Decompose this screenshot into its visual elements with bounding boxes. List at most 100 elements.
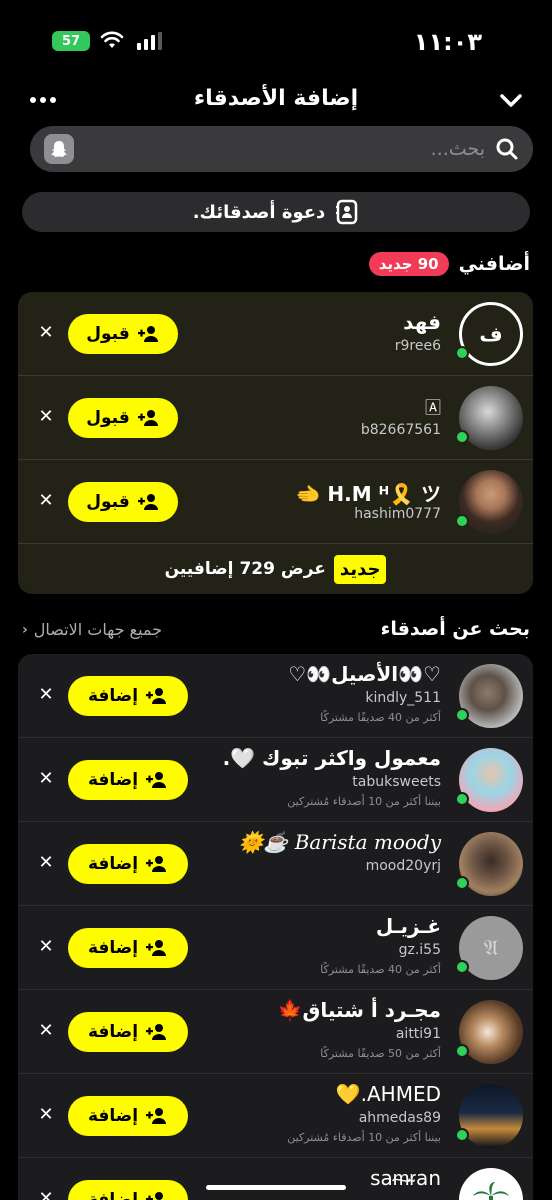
list-item[interactable]: مجـرد أ شتياق🍁 aitti91 أكثر من 50 صديقًا…: [18, 990, 533, 1074]
add-button[interactable]: إضافة: [68, 1096, 188, 1136]
close-icon[interactable]: ✕: [36, 684, 56, 705]
add-friend-icon: [146, 688, 167, 704]
add-friend-icon: [146, 856, 167, 872]
list-item[interactable]: 𝔄 غـزيـل gz.i55 أكثر من 40 صديقًا مشتركً…: [18, 906, 533, 990]
avatar-letter: ف: [479, 322, 503, 346]
online-indicator: [455, 1128, 469, 1142]
added-me-list: ف فهد r9ree6 قبول ✕ 🄰 b82667561 قبول ✕ H…: [18, 292, 533, 594]
wifi-icon: [100, 31, 124, 48]
accept-button[interactable]: قبول: [68, 398, 178, 438]
add-label: إضافة: [87, 770, 139, 790]
contacts-book-icon: [336, 199, 358, 225]
username: hashim0777: [354, 506, 441, 522]
home-indicator[interactable]: [206, 1185, 346, 1190]
list-item[interactable]: معمول واكثر تبوك 🤍. tabuksweets بيننا أك…: [18, 738, 533, 822]
display-name: saᵯᵲan: [370, 1166, 441, 1190]
search-bar[interactable]: [30, 126, 533, 172]
avatar[interactable]: [459, 1084, 523, 1148]
add-button[interactable]: إضافة: [68, 760, 188, 800]
online-indicator: [455, 514, 469, 528]
accept-label: قبول: [86, 408, 130, 428]
add-label: إضافة: [87, 1106, 139, 1126]
page-title: إضافة الأصدقاء: [193, 86, 359, 111]
avatar[interactable]: [459, 664, 523, 728]
username: mood20yrj: [365, 858, 441, 874]
display-name: ♡👀الأصيل👀♡: [288, 662, 441, 686]
add-button[interactable]: إضافة: [68, 844, 188, 884]
online-indicator: [455, 1044, 469, 1058]
close-icon[interactable]: ✕: [36, 406, 56, 427]
added-me-title: أضافني: [458, 253, 530, 275]
add-button[interactable]: إضافة: [68, 1180, 188, 1200]
display-name: Barista moody ☕🌞: [238, 830, 441, 854]
status-bar: ١١:٠٣ 57: [0, 0, 552, 80]
list-item[interactable]: 🄰 b82667561 قبول ✕: [18, 376, 533, 460]
avatar[interactable]: [459, 1168, 523, 1200]
search-input[interactable]: [105, 126, 485, 172]
mutual-friends: بيننا أكثر من 10 أصدقاء مُشتركين: [287, 1131, 441, 1144]
online-indicator: [455, 876, 469, 890]
display-name: مجـرد أ شتياق🍁: [277, 998, 441, 1022]
close-icon[interactable]: ✕: [36, 1188, 56, 1200]
mutual-friends: أكثر من 50 صديقًا مشتركًا: [320, 1047, 441, 1060]
username: gz.i55: [398, 942, 441, 958]
add-friend-icon: [146, 940, 167, 956]
close-icon[interactable]: ✕: [36, 1104, 56, 1125]
avatar[interactable]: ف: [459, 302, 523, 366]
add-label: إضافة: [87, 938, 139, 958]
view-more-button[interactable]: جديد عرض 729 إضافيين: [18, 544, 533, 594]
add-friend-icon: [137, 410, 158, 426]
avatar[interactable]: [459, 470, 523, 534]
avatar[interactable]: [459, 748, 523, 812]
palm-tree-icon: [473, 1182, 509, 1200]
chevron-left-icon: ‹: [22, 621, 28, 638]
snapchat-ghost-icon[interactable]: [44, 134, 74, 164]
avatar[interactable]: 𝔄: [459, 916, 523, 980]
chevron-down-icon[interactable]: [498, 88, 524, 112]
list-item[interactable]: ♡👀الأصيل👀♡ kindly_511 أكثر من 40 صديقًا …: [18, 654, 533, 738]
add-friend-icon: [146, 1024, 167, 1040]
close-icon[interactable]: ✕: [36, 322, 56, 343]
add-label: إضافة: [87, 1022, 139, 1042]
display-name: غـزيـل: [375, 914, 441, 938]
online-indicator: [455, 346, 469, 360]
invite-friends-button[interactable]: دعوة أصدقائك.: [22, 192, 530, 232]
list-item[interactable]: AHMED.💛 ahmedas89 بيننا أكثر من 10 أصدقا…: [18, 1074, 533, 1158]
invite-friends-label: دعوة أصدقائك.: [192, 201, 326, 223]
avatar[interactable]: [459, 832, 523, 896]
display-name: فهد: [403, 310, 441, 334]
avatar[interactable]: [459, 386, 523, 450]
list-item[interactable]: Barista moody ☕🌞 mood20yrj إضافة ✕: [18, 822, 533, 906]
add-button[interactable]: إضافة: [68, 1012, 188, 1052]
add-button[interactable]: إضافة: [68, 676, 188, 716]
list-item[interactable]: H.M ᴴ🎗️ ツ 🫲 hashim0777 قبول ✕: [18, 460, 533, 544]
username: b82667561: [360, 422, 441, 438]
search-icon: [496, 138, 518, 160]
add-friend-icon: [146, 1108, 167, 1124]
all-contacts-label: جميع جهات الاتصال: [33, 620, 163, 639]
close-icon[interactable]: ✕: [36, 1020, 56, 1041]
close-icon[interactable]: ✕: [36, 768, 56, 789]
cellular-signal-icon: [137, 32, 162, 50]
online-indicator: [455, 792, 469, 806]
mutual-friends: أكثر من 40 صديقًا مشتركًا: [320, 711, 441, 724]
accept-label: قبول: [86, 324, 130, 344]
list-item[interactable]: ف فهد r9ree6 قبول ✕: [18, 292, 533, 376]
online-indicator: [455, 430, 469, 444]
accept-button[interactable]: قبول: [68, 314, 178, 354]
display-name: AHMED.💛: [335, 1082, 441, 1106]
new-pill: جديد: [333, 554, 387, 584]
close-icon[interactable]: ✕: [36, 936, 56, 957]
add-button[interactable]: إضافة: [68, 928, 188, 968]
all-contacts-link[interactable]: جميع جهات الاتصال ‹: [22, 620, 162, 639]
list-item[interactable]: saᵯᵲan إضافة ✕: [18, 1158, 533, 1200]
header: إضافة الأصدقاء: [0, 80, 552, 124]
close-icon[interactable]: ✕: [36, 490, 56, 511]
add-label: إضافة: [87, 1190, 139, 1200]
accept-label: قبول: [86, 492, 130, 512]
add-label: إضافة: [87, 854, 139, 874]
avatar[interactable]: [459, 1000, 523, 1064]
accept-button[interactable]: قبول: [68, 482, 178, 522]
add-friend-icon: [137, 494, 158, 510]
close-icon[interactable]: ✕: [36, 852, 56, 873]
